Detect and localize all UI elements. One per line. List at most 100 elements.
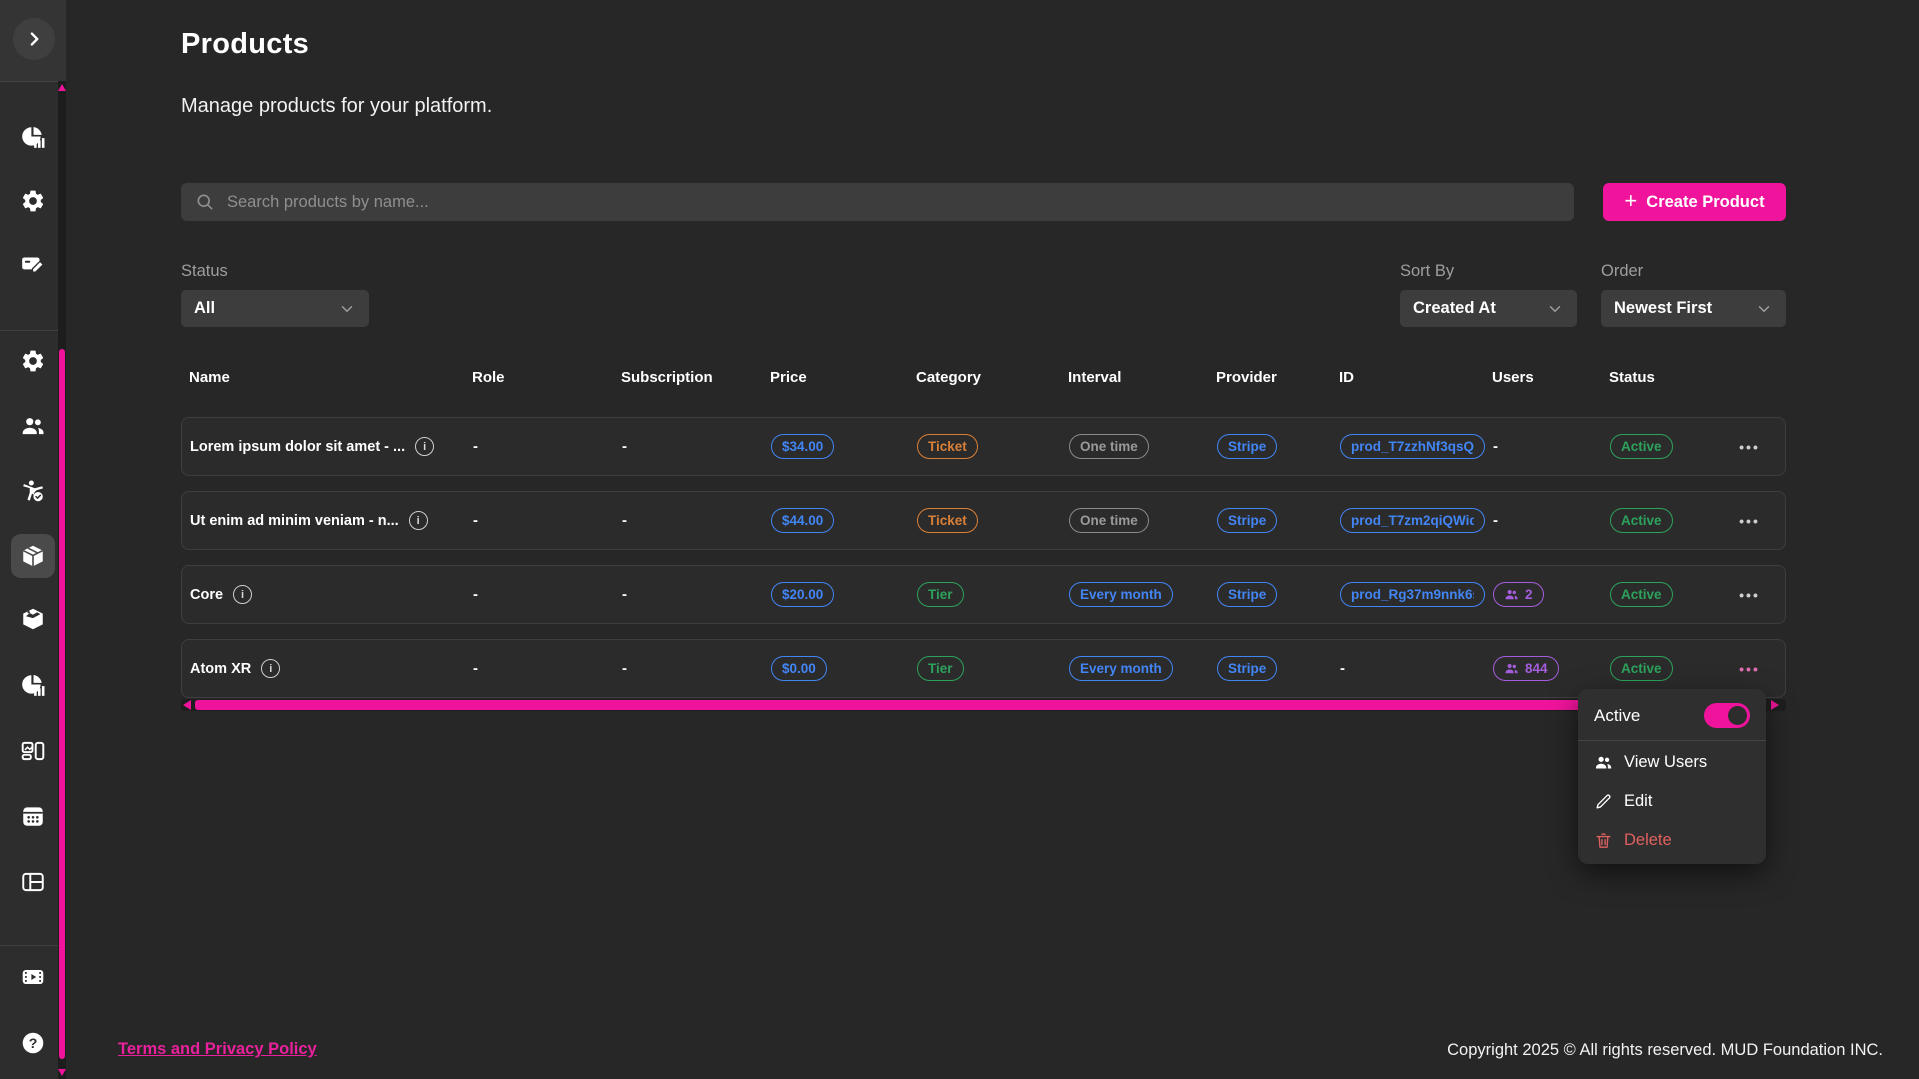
col-role: Role	[464, 369, 613, 386]
active-toggle[interactable]	[1704, 703, 1750, 728]
row-menu-button-open[interactable]: •••	[1733, 657, 1766, 681]
question-circle-icon: ?	[20, 1030, 46, 1056]
price-badge: $44.00	[771, 508, 834, 534]
info-icon[interactable]: i	[415, 437, 434, 456]
chevron-down-icon	[338, 300, 356, 318]
category-badge: Tier	[917, 582, 964, 608]
table-row: Lorem ipsum dolor sit amet - ... i - - $…	[181, 417, 1786, 476]
provider-badge: Stripe	[1217, 656, 1277, 682]
col-provider: Provider	[1208, 369, 1331, 386]
product-name: Ut enim ad minim veniam - n...	[190, 513, 399, 529]
subscription-value: -	[614, 512, 763, 529]
sidebar-divider	[0, 945, 58, 946]
sidebar-item-members[interactable]	[11, 469, 55, 513]
status-filter-label: Status	[181, 262, 228, 281]
horizontal-scrollbar-thumb[interactable]	[195, 700, 1751, 710]
active-toggle-label: Active	[1594, 706, 1640, 726]
scroll-right-arrow-icon[interactable]	[1771, 700, 1779, 710]
package-box-icon	[20, 543, 46, 569]
sidebar-item-analytics[interactable]	[11, 115, 55, 159]
sidebar-expand-button[interactable]	[13, 18, 55, 60]
product-id-value: -	[1332, 660, 1485, 677]
search-input[interactable]	[225, 192, 1560, 213]
col-category: Category	[908, 369, 1060, 386]
page-subtitle: Manage products for your platform.	[181, 95, 492, 118]
sort-by-value: Created At	[1413, 299, 1496, 318]
table-row: Atom XR i - - $0.00 Tier Every month Str…	[181, 639, 1786, 698]
sidebar-scrollbar-track[interactable]	[58, 81, 66, 1079]
sidebar-item-media[interactable]	[11, 729, 55, 773]
info-icon[interactable]: i	[409, 511, 428, 530]
sidebar-item-billing[interactable]	[11, 242, 55, 286]
role-value: -	[465, 586, 614, 603]
info-icon[interactable]: i	[233, 585, 252, 604]
gear-icon	[20, 188, 46, 214]
row-menu-button[interactable]: •••	[1733, 509, 1766, 533]
row-actions-menu: Active View Users Edit Delete	[1578, 689, 1766, 864]
chevron-down-icon	[1755, 300, 1773, 318]
sidebar-item-videos[interactable]	[11, 955, 55, 999]
order-select[interactable]: Newest First	[1601, 290, 1786, 327]
row-menu-button[interactable]: •••	[1733, 583, 1766, 607]
subscription-value: -	[614, 660, 763, 677]
interval-badge: Every month	[1069, 656, 1173, 682]
role-value: -	[465, 438, 614, 455]
product-name: Lorem ipsum dolor sit amet - ...	[190, 439, 405, 455]
cube-image-icon	[20, 606, 46, 632]
pie-chart-bars-icon	[20, 672, 46, 698]
status-filter-value: All	[194, 299, 215, 318]
scroll-up-arrow-icon[interactable]	[58, 84, 66, 91]
scroll-down-arrow-icon[interactable]	[58, 1069, 66, 1076]
sidebar-item-reports[interactable]	[11, 663, 55, 707]
menu-item-edit[interactable]: Edit	[1578, 782, 1766, 821]
provider-badge: Stripe	[1217, 434, 1277, 460]
product-id-badge: prod_T7zm2qiQWid	[1340, 508, 1485, 534]
sidebar-item-help[interactable]: ?	[11, 1021, 55, 1065]
sort-by-label: Sort By	[1400, 262, 1454, 281]
role-value: -	[465, 512, 614, 529]
create-product-button[interactable]: + Create Product	[1603, 183, 1786, 221]
sidebar-item-layouts[interactable]	[11, 860, 55, 904]
sidebar-item-calendar[interactable]	[11, 794, 55, 838]
person-check-icon	[20, 478, 46, 504]
row-menu-button[interactable]: •••	[1733, 435, 1766, 459]
status-filter-select[interactable]: All	[181, 290, 369, 327]
scroll-left-arrow-icon[interactable]	[183, 700, 191, 710]
calendar-grid-icon	[20, 803, 46, 829]
gear-icon	[20, 348, 46, 374]
menu-item-delete[interactable]: Delete	[1578, 821, 1766, 860]
users-value: -	[1485, 438, 1602, 455]
product-name: Atom XR	[190, 661, 251, 677]
sidebar-scrollbar-thumb[interactable]	[59, 349, 65, 1059]
provider-badge: Stripe	[1217, 508, 1277, 534]
col-status: Status	[1601, 369, 1703, 386]
price-badge: $20.00	[771, 582, 834, 608]
sidebar-item-users[interactable]	[11, 404, 55, 448]
toggle-knob	[1728, 706, 1747, 725]
table-horizontal-scrollbar[interactable]	[181, 699, 1786, 711]
card-edit-icon	[20, 251, 46, 277]
status-badge: Active	[1610, 656, 1673, 682]
col-price: Price	[762, 369, 908, 386]
film-play-icon	[20, 964, 46, 990]
info-icon[interactable]: i	[261, 659, 280, 678]
terms-privacy-link[interactable]: Terms and Privacy Policy	[118, 1040, 317, 1059]
menu-item-view-users[interactable]: View Users	[1578, 743, 1766, 782]
sidebar-item-products[interactable]	[11, 534, 55, 578]
copyright-text: Copyright 2025 © All rights reserved. MU…	[1447, 1041, 1883, 1060]
sort-by-select[interactable]: Created At	[1400, 290, 1577, 327]
users-icon	[1504, 661, 1519, 676]
sidebar-item-assets[interactable]	[11, 597, 55, 641]
sidebar-header	[0, 0, 66, 82]
product-id-badge: prod_Rg37m9nnk6s	[1340, 582, 1485, 608]
pie-chart-bars-icon	[20, 124, 46, 150]
sidebar-item-preferences[interactable]	[11, 339, 55, 383]
interval-badge: One time	[1069, 508, 1149, 534]
category-badge: Tier	[917, 656, 964, 682]
table-row: Core i - - $20.00 Tier Every month Strip…	[181, 565, 1786, 624]
sidebar-item-settings[interactable]	[11, 179, 55, 223]
svg-text:?: ?	[29, 1035, 38, 1051]
active-toggle-row: Active	[1578, 693, 1766, 738]
price-badge: $0.00	[771, 656, 827, 682]
users-icon	[1594, 753, 1613, 772]
